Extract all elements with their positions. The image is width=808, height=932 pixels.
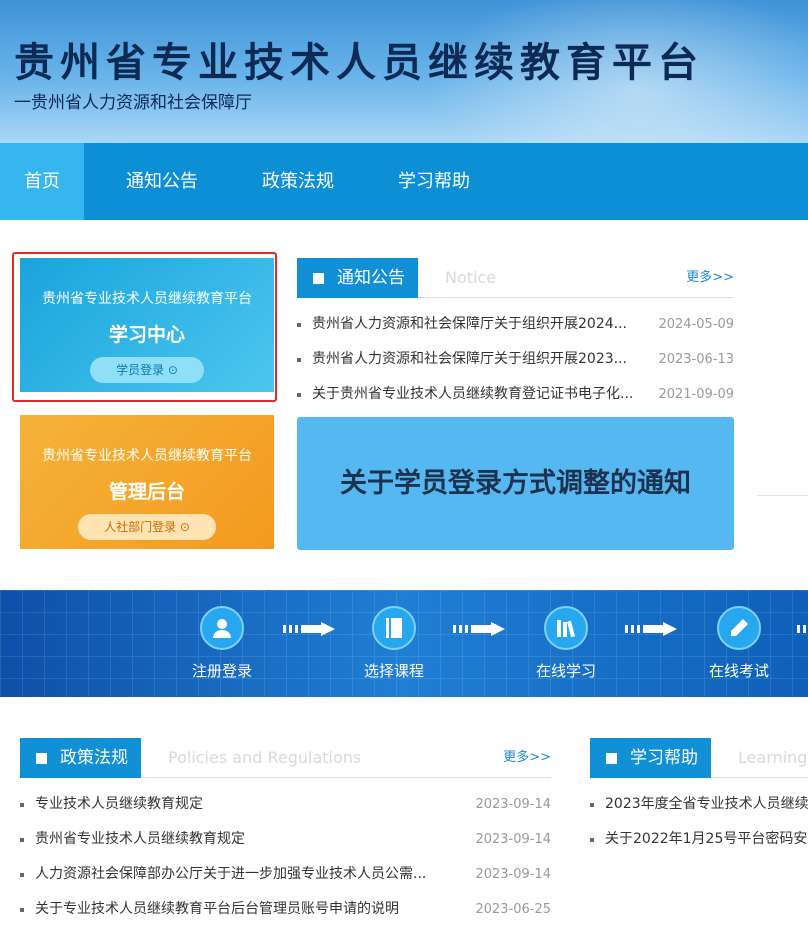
step-online-exam: 在线考试 bbox=[689, 606, 789, 681]
arrow-icon bbox=[797, 625, 806, 633]
list-item[interactable]: 人力资源社会保障部办公厅关于进一步加强专业技术人员公需... 2023-09-1… bbox=[20, 857, 551, 892]
policy-item-date: 2023-09-14 bbox=[475, 797, 551, 812]
arrow-icon bbox=[453, 622, 505, 636]
main-nav: 首页 通知公告 政策法规 学习帮助 bbox=[0, 143, 808, 220]
bullet bbox=[590, 803, 594, 807]
policy-item-date: 2023-09-14 bbox=[475, 832, 551, 847]
step-label: 选择课程 bbox=[363, 662, 424, 680]
list-item[interactable]: 关于贵州省专业技术人员继续教育登记证书电子化... 2021-09-09 bbox=[297, 377, 734, 412]
notice-list: 贵州省人力资源和社会保障厅关于组织开展2024... 2024-05-09 贵州… bbox=[297, 307, 734, 412]
policy-item-title[interactable]: 关于专业技术人员继续教育平台后台管理员账号申请的说明 bbox=[35, 892, 465, 927]
notice-section-header: 通知公告 Notice 更多>> bbox=[297, 258, 734, 298]
bullet bbox=[297, 323, 301, 327]
books-icon bbox=[544, 606, 588, 650]
list-item[interactable]: 贵州省专业技术人员继续教育规定 2023-09-14 bbox=[20, 822, 551, 857]
site-title: 贵州省专业技术人员继续教育平台 bbox=[14, 39, 704, 86]
hr-dept-login-button[interactable]: 人社部门登录 ⊙ bbox=[78, 514, 216, 540]
list-item[interactable]: 2023年度全省专业技术人员继续 bbox=[590, 787, 808, 822]
bullet bbox=[20, 838, 24, 842]
list-item[interactable]: 关于2022年1月25号平台密码安 bbox=[590, 822, 808, 857]
admin-card-title: 贵州省专业技术人员继续教育平台 bbox=[42, 448, 252, 464]
notice-section-en: Notice bbox=[445, 268, 497, 287]
help-item-title[interactable]: 关于2022年1月25号平台密码安 bbox=[605, 822, 808, 857]
bullet bbox=[297, 393, 301, 397]
notice-item-title[interactable]: 贵州省人力资源和社会保障厅关于组织开展2024... bbox=[312, 307, 652, 342]
step-choose-course: 选择课程 bbox=[344, 606, 444, 681]
login-change-notice-banner[interactable]: 关于学员登录方式调整的通知 bbox=[297, 417, 734, 550]
step-label: 注册登录 bbox=[191, 662, 252, 680]
policy-item-date: 2023-06-25 bbox=[475, 902, 551, 917]
nav-notice[interactable]: 通知公告 bbox=[102, 143, 222, 220]
step-label: 在线考试 bbox=[708, 662, 769, 680]
notice-item-date: 2021-09-09 bbox=[658, 387, 734, 402]
policy-section-title[interactable]: 政策法规 bbox=[20, 738, 141, 778]
nav-policy[interactable]: 政策法规 bbox=[238, 143, 358, 220]
help-list: 2023年度全省专业技术人员继续 关于2022年1月25号平台密码安 bbox=[590, 787, 808, 857]
notice-item-date: 2023-06-13 bbox=[658, 352, 734, 367]
notice-section-title[interactable]: 通知公告 bbox=[297, 258, 418, 298]
user-icon bbox=[200, 606, 244, 650]
highlight-box bbox=[12, 252, 277, 402]
arrow-icon bbox=[625, 622, 677, 636]
site-header: 贵州省专业技术人员继续教育平台 一贵州省人力资源和社会保障厅 bbox=[0, 0, 808, 143]
policy-section-en: Policies and Regulations bbox=[168, 748, 362, 767]
help-item-title[interactable]: 2023年度全省专业技术人员继续 bbox=[605, 787, 808, 822]
notice-item-title[interactable]: 贵州省人力资源和社会保障厅关于组织开展2023... bbox=[312, 342, 652, 377]
pencil-icon bbox=[717, 606, 761, 650]
help-section-title[interactable]: 学习帮助 bbox=[590, 738, 711, 778]
policy-list: 专业技术人员继续教育规定 2023-09-14 贵州省专业技术人员继续教育规定 … bbox=[20, 787, 551, 927]
admin-card-name: 管理后台 bbox=[108, 481, 185, 503]
book-icon bbox=[372, 606, 416, 650]
site-subtitle: 一贵州省人力资源和社会保障厅 bbox=[14, 93, 252, 113]
help-section-en: Learning bbox=[738, 748, 808, 767]
step-label: 在线学习 bbox=[535, 662, 596, 680]
bullet bbox=[20, 908, 24, 912]
bullet bbox=[590, 838, 594, 842]
arrow-icon bbox=[283, 622, 335, 636]
nav-help[interactable]: 学习帮助 bbox=[374, 143, 494, 220]
policy-more-link[interactable]: 更多>> bbox=[503, 738, 551, 778]
admin-backend-card[interactable]: 贵州省专业技术人员继续教育平台 管理后台 人社部门登录 ⊙ bbox=[20, 415, 274, 549]
bullet bbox=[20, 803, 24, 807]
help-section-header: 学习帮助 Learning bbox=[590, 738, 808, 778]
list-item[interactable]: 贵州省人力资源和社会保障厅关于组织开展2024... 2024-05-09 bbox=[297, 307, 734, 342]
step-register: 注册登录 bbox=[172, 606, 272, 681]
list-item[interactable]: 贵州省人力资源和社会保障厅关于组织开展2023... 2023-06-13 bbox=[297, 342, 734, 377]
divider bbox=[757, 495, 808, 496]
bullet bbox=[20, 873, 24, 877]
notice-item-title[interactable]: 关于贵州省专业技术人员继续教育登记证书电子化... bbox=[312, 377, 652, 412]
notice-more-link[interactable]: 更多>> bbox=[686, 258, 734, 298]
policy-section-header: 政策法规 Policies and Regulations 更多>> bbox=[20, 738, 551, 778]
policy-item-title[interactable]: 专业技术人员继续教育规定 bbox=[35, 787, 465, 822]
nav-home[interactable]: 首页 bbox=[0, 143, 84, 220]
list-item[interactable]: 专业技术人员继续教育规定 2023-09-14 bbox=[20, 787, 551, 822]
process-strip: 注册登录 选择课程 在线学习 在线考试 bbox=[0, 590, 808, 697]
bullet bbox=[297, 358, 301, 362]
step-online-study: 在线学习 bbox=[516, 606, 616, 681]
notice-item-date: 2024-05-09 bbox=[658, 317, 734, 332]
list-item[interactable]: 关于专业技术人员继续教育平台后台管理员账号申请的说明 2023-06-25 bbox=[20, 892, 551, 927]
policy-item-title[interactable]: 贵州省专业技术人员继续教育规定 bbox=[35, 822, 465, 857]
policy-item-title[interactable]: 人力资源社会保障部办公厅关于进一步加强专业技术人员公需... bbox=[35, 857, 465, 892]
policy-item-date: 2023-09-14 bbox=[475, 867, 551, 882]
